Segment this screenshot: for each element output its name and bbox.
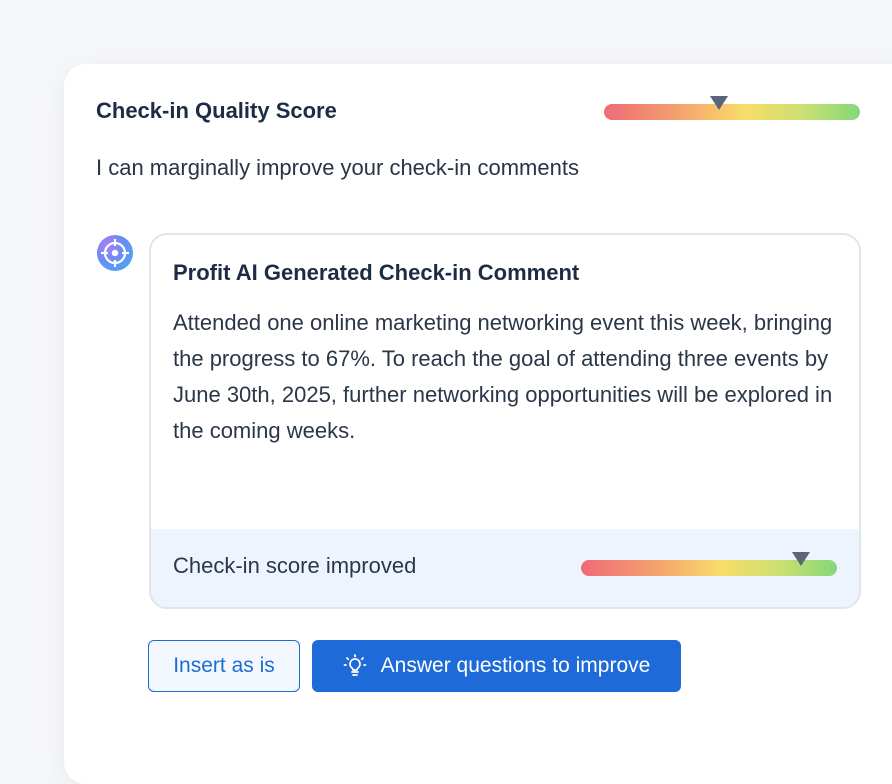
ai-assistant-icon <box>97 235 133 271</box>
quality-score-marker <box>710 96 729 110</box>
ai-generated-comment-card: Profit AI Generated Check-in Comment Att… <box>149 233 861 609</box>
score-improved-label: Check-in score improved <box>173 553 417 578</box>
answer-questions-label: Answer questions to improve <box>380 654 651 677</box>
generated-comment-text: Attended one online marketing networking… <box>173 310 833 443</box>
card-title: Profit AI Generated Check-in Comment <box>173 260 580 285</box>
answer-questions-button[interactable]: Answer questions to improve <box>312 640 681 692</box>
score-improved-footer: Check-in score improved <box>151 529 859 607</box>
insert-as-is-label: Insert as is <box>173 654 275 677</box>
quality-score-title: Check-in Quality Score <box>96 98 337 123</box>
improved-score-marker <box>792 552 811 566</box>
quality-score-message: I can marginally improve your check-in c… <box>96 155 579 180</box>
quality-score-meter <box>604 96 860 120</box>
lightbulb-icon <box>343 654 367 676</box>
improved-score-meter <box>581 552 837 576</box>
insert-as-is-button[interactable]: Insert as is <box>148 640 300 692</box>
